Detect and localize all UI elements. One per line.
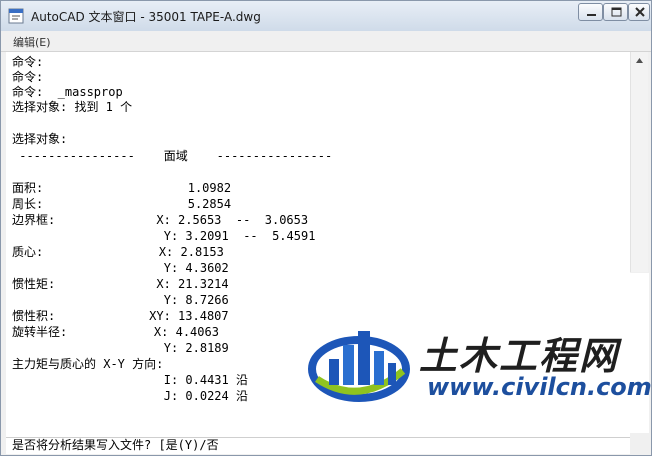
console-line: 命令: [12, 55, 44, 69]
menu-bar: 编辑(E) [1, 31, 651, 52]
console-line: Y: 3.2091 -- 5.4591 [12, 229, 316, 243]
watermark-site-name: 土木工程网 [419, 334, 620, 378]
menu-edit[interactable]: 编辑(E) [13, 34, 51, 50]
console-line: Y: 8.7266 [12, 293, 229, 307]
vertical-scrollbar[interactable] [630, 52, 648, 272]
close-icon [635, 7, 645, 17]
console-line: ---------------- 面域 ---------------- [12, 149, 333, 163]
autocad-text-window: AutoCAD 文本窗口 - 35001 TAPE-A.dwg 编辑(E) 命令… [0, 0, 652, 456]
maximize-icon [611, 7, 622, 17]
minimize-icon [587, 14, 596, 16]
prompt-text: 是否将分析结果写入文件? [是(Y)/否 [12, 438, 219, 452]
console-line: Y: 4.3602 [12, 261, 229, 275]
console-line: 惯性矩: X: 21.3214 [12, 277, 229, 291]
console-line: I: 0.4431 沿 [12, 373, 248, 387]
console-line: Y: 2.8189 [12, 341, 229, 355]
command-prompt[interactable]: 是否将分析结果写入文件? [是(Y)/否 [6, 437, 630, 454]
console-line: 面积: 1.0982 [12, 181, 232, 195]
console-line: 命令: [12, 70, 44, 84]
autocad-app-icon [8, 8, 24, 24]
console-line: 命令: _massprop [12, 85, 123, 99]
console-line: 主力矩与质心的 X-Y 方向: [12, 357, 164, 371]
console-line: J: 0.0224 沿 [12, 389, 248, 403]
console-line: 选择对象: [12, 132, 68, 146]
civilcn-logo-icon [308, 331, 410, 402]
console-line: 惯性积: XY: 13.4807 [12, 309, 229, 323]
console-line: 边界框: X: 2.5653 -- 3.0653 [12, 213, 309, 227]
console-line: 周长: 5.2854 [12, 197, 232, 211]
scroll-up-button[interactable] [631, 52, 648, 69]
maximize-button[interactable] [603, 3, 628, 21]
title-bar[interactable]: AutoCAD 文本窗口 - 35001 TAPE-A.dwg [1, 1, 651, 31]
console-line: 质心: X: 2.8153 [12, 245, 224, 259]
console-line: 选择对象: 找到 1 个 [12, 100, 133, 114]
watermark-url: www.civilcn.com [427, 373, 652, 401]
close-button[interactable] [628, 3, 650, 21]
console-line: 旋转半径: X: 4.4063 [12, 325, 219, 339]
minimize-button[interactable] [578, 3, 603, 21]
site-watermark: 土木工程网 www.civilcn.com [279, 273, 652, 433]
window-title: AutoCAD 文本窗口 - 35001 TAPE-A.dwg [31, 10, 261, 24]
scroll-up-arrow-icon [636, 58, 643, 63]
